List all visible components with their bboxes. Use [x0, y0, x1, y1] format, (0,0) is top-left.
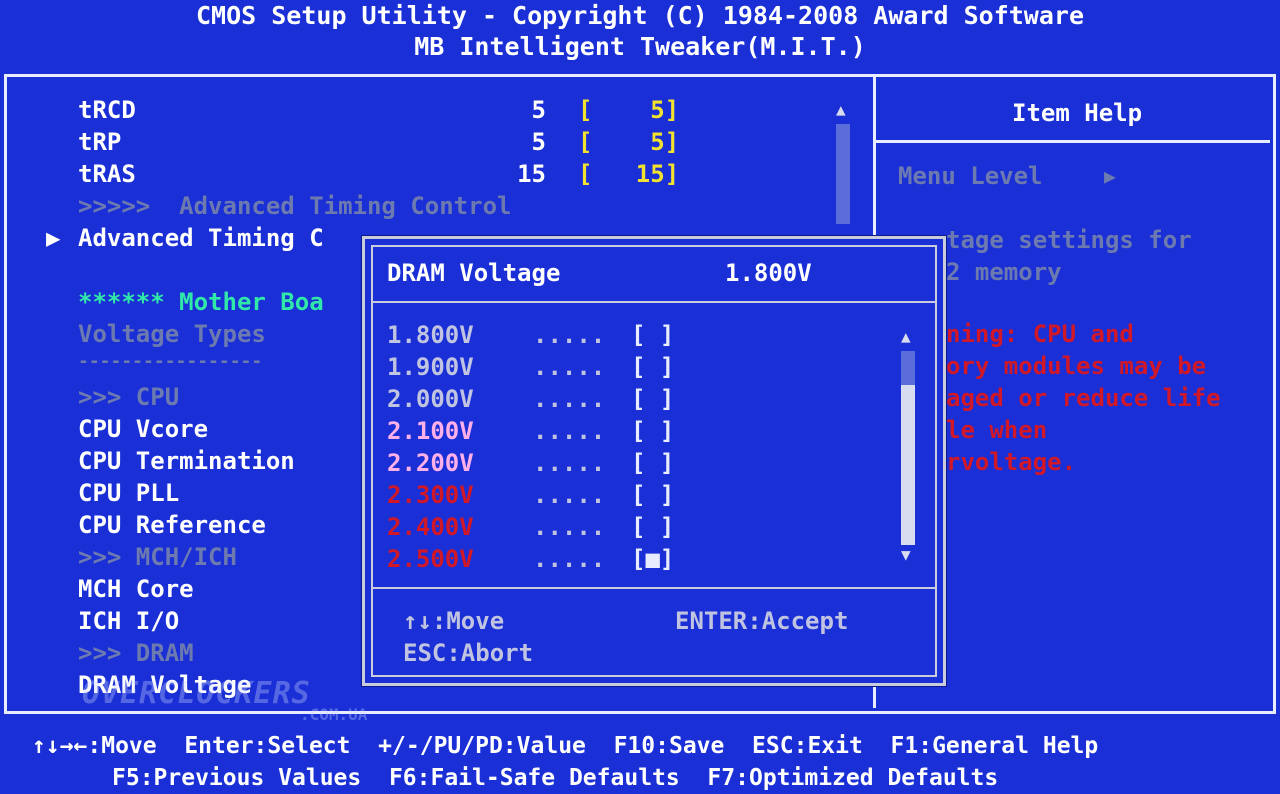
option-value[interactable]: 2.400V [387, 511, 474, 543]
item-help-title: Item Help [1012, 99, 1143, 127]
mch-section-label: >>> MCH/ICH [78, 543, 237, 571]
menu-level-label: Menu Level [898, 162, 1043, 190]
option-selection-mark[interactable]: [ ] [631, 511, 674, 543]
option-selection-mark[interactable]: [ ] [631, 479, 674, 511]
menu-title: MB Intelligent Tweaker(M.I.T.) [414, 32, 866, 61]
cpu-pll-item[interactable]: CPU PLL [78, 477, 179, 509]
row-tras-label[interactable]: tRAS [78, 158, 136, 190]
option-value[interactable]: 2.300V [387, 479, 474, 511]
row-trp-label[interactable]: tRP [78, 126, 121, 158]
mb-section-header: ****** Mother Boa [78, 288, 324, 316]
footer-keys-line-2: F5:Previous Values F6:Fail-Safe Defaults… [112, 765, 999, 791]
dialog-scroll-thumb[interactable] [901, 385, 915, 545]
row-trcd-value: 5 [531, 96, 546, 124]
help-divider [876, 140, 1270, 143]
row-trcd-label[interactable]: tRCD [78, 94, 136, 126]
help-line-1: tage settings for [946, 226, 1192, 254]
dialog-bottom-separator [373, 587, 935, 589]
dialog-scroll-down-icon[interactable]: ▼ [901, 545, 911, 564]
option-selection-mark[interactable]: [ ] [631, 447, 674, 479]
option-dots: ..... [533, 353, 606, 381]
option-dots: ..... [533, 513, 606, 541]
hint-move: ↑↓:Move [403, 607, 505, 635]
row-tras-value: 15 [517, 160, 546, 188]
hint-abort: ESC:Abort [403, 639, 534, 667]
dialog-top-separator [373, 301, 935, 303]
dialog-current-value: 1.800V [725, 259, 812, 287]
adv-timing-header: >>>>> Advanced Timing Control [78, 192, 512, 220]
option-value[interactable]: 2.200V [387, 447, 474, 479]
row-trcd-setting[interactable]: [ 5] [578, 94, 679, 126]
row-trp-setting[interactable]: [ 5] [578, 126, 679, 158]
option-value[interactable]: 1.900V [387, 351, 474, 383]
footer-keys-line-1: ↑↓→←:Move Enter:Select +/-/PU/PD:Value F… [32, 733, 1099, 759]
hint-accept: ENTER:Accept [675, 607, 849, 635]
utility-title: CMOS Setup Utility - Copyright (C) 1984-… [195, 1, 1085, 30]
scroll-up-icon[interactable]: ▲ [836, 100, 846, 119]
option-selection-mark[interactable]: [ ] [631, 415, 674, 447]
dram-voltage-dialog: DRAM Voltage 1.800V 1.800V..... [ ] 1.900V… [362, 236, 946, 686]
option-dots: ..... [533, 321, 606, 349]
option-value[interactable]: 1.800V [387, 319, 474, 351]
cpu-termination-item[interactable]: CPU Termination [78, 445, 295, 477]
divider-dashes: ----------------- [78, 351, 263, 372]
option-selection-mark[interactable]: [ ] [631, 383, 674, 415]
dialog-scroll-up-icon[interactable]: ▲ [901, 327, 911, 346]
watermark-logo: OVERCLOCKERS [82, 676, 311, 711]
option-dots: ..... [533, 545, 606, 573]
option-dots: ..... [533, 449, 606, 477]
dialog-scroll-track[interactable] [901, 351, 915, 385]
left-scrollbar[interactable] [836, 124, 850, 224]
option-value[interactable]: 2.000V [387, 383, 474, 415]
dialog-title: DRAM Voltage [387, 259, 561, 287]
submenu-arrow-icon: ▶ [46, 224, 61, 252]
dram-section-label: >>> DRAM [78, 639, 194, 667]
bios-screen: { "header": { "line1": "CMOS Setup Utili… [0, 0, 1280, 793]
cpu-section-label: >>> CPU [78, 383, 180, 411]
row-trp-value: 5 [531, 128, 546, 156]
option-dots: ..... [533, 417, 606, 445]
option-dots: ..... [533, 385, 606, 413]
mch-core-item[interactable]: MCH Core [78, 573, 194, 605]
adv-timing-submenu[interactable]: Advanced Timing C [78, 222, 324, 254]
warning-line-4: le when [946, 416, 1048, 444]
option-value[interactable]: 2.500V [387, 543, 474, 575]
ich-io-item[interactable]: ICH I/O [78, 605, 179, 637]
warning-line-1: ning: CPU and [946, 320, 1134, 348]
help-line-2: 2 memory [946, 258, 1062, 286]
menu-level-arrow-icon: ▶ [1104, 164, 1117, 188]
cpu-reference-item[interactable]: CPU Reference [78, 509, 266, 541]
watermark-domain: .COM.UA [300, 705, 368, 724]
warning-line-5: rvoltage. [946, 448, 1077, 476]
warning-line-2: ory modules may be [946, 352, 1207, 380]
warning-line-3: aged or reduce life [946, 384, 1221, 412]
option-selection-mark[interactable]: [ ] [631, 319, 674, 351]
row-tras-setting[interactable]: [ 15] [578, 158, 679, 190]
option-value[interactable]: 2.100V [387, 415, 474, 447]
option-dots: ..... [533, 481, 606, 509]
cpu-vcore-item[interactable]: CPU Vcore [78, 413, 208, 445]
option-selection-mark[interactable]: [ ] [631, 351, 674, 383]
option-selection-mark[interactable]: [■] [631, 543, 674, 575]
